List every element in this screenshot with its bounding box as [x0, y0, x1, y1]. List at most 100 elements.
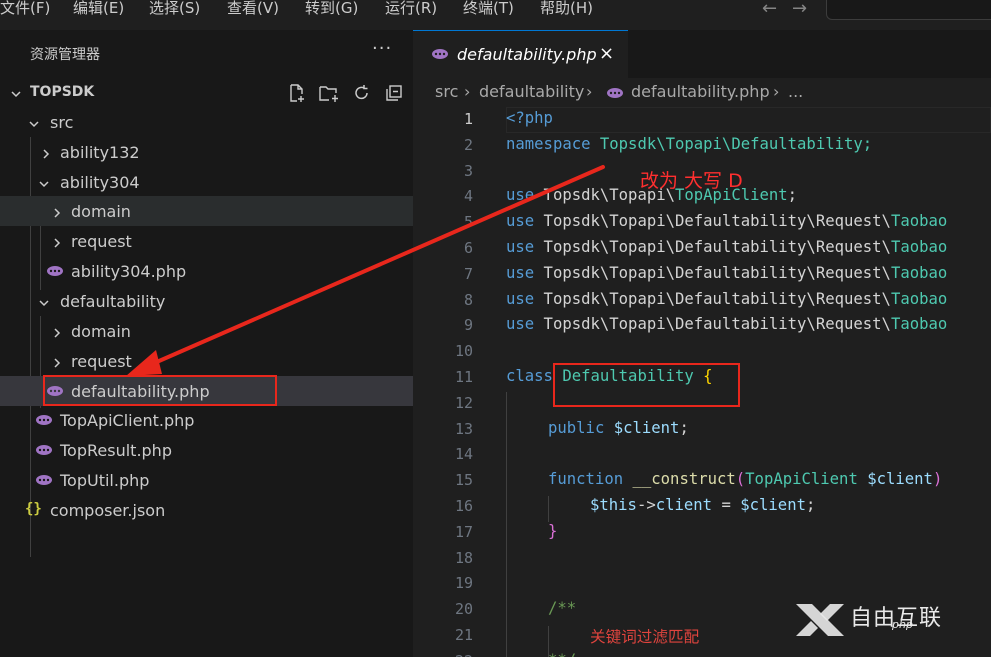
- chevron-right-icon: [43, 149, 50, 159]
- menu-selection[interactable]: 选择(S): [149, 0, 200, 20]
- tree-label: ability304.php: [71, 262, 187, 281]
- tree-file-toputil-php[interactable]: TopUtil.php: [0, 465, 413, 495]
- tree-label: domain: [71, 322, 131, 341]
- back-arrow-icon[interactable]: ←: [762, 0, 777, 19]
- tree-folder-domain[interactable]: domain: [0, 196, 413, 226]
- tree-file-topapiclient-php[interactable]: TopApiClient.php: [0, 405, 413, 435]
- php-file-icon: [36, 475, 52, 485]
- code-text: Topsdk\Topapi\Defaultability\Request\: [534, 290, 891, 308]
- watermark-small: php: [892, 618, 913, 631]
- chevron-right-icon: ›: [586, 82, 593, 101]
- line-number: 16: [454, 497, 473, 515]
- tab-defaultability-php[interactable]: defaultability.php ×: [413, 30, 628, 78]
- code-line-1[interactable]: <?php: [506, 109, 553, 127]
- line-number: 9: [463, 316, 473, 334]
- code-text: ;: [805, 496, 816, 514]
- php-file-icon: [36, 445, 52, 455]
- menu-run[interactable]: 运行(R): [385, 0, 437, 20]
- variable: $client: [604, 419, 680, 437]
- new-folder-icon[interactable]: [318, 83, 340, 103]
- explorer-sidebar: 资源管理器 ··· TOPSDK src ability132 ability3…: [0, 30, 413, 657]
- command-center[interactable]: [826, 0, 991, 20]
- tree-file-topresult-php[interactable]: TopResult.php: [0, 435, 413, 465]
- tree-label: composer.json: [50, 501, 166, 520]
- menu-edit[interactable]: 编辑(E): [73, 0, 124, 20]
- new-file-icon[interactable]: [287, 83, 307, 103]
- line-number: 12: [454, 394, 473, 412]
- chevron-right-icon: ›: [464, 82, 471, 101]
- php-file-icon: [36, 415, 52, 425]
- code-line-22[interactable]: **/: [506, 651, 576, 657]
- code-line-6[interactable]: use Topsdk\Topapi\Defaultability\Request…: [506, 238, 947, 256]
- menu-view[interactable]: 查看(V): [227, 0, 279, 20]
- tree-label: TopResult.php: [60, 441, 172, 460]
- chevron-down-icon: [39, 300, 49, 307]
- brace: }: [548, 522, 558, 540]
- collapse-all-icon[interactable]: [384, 83, 404, 103]
- keyword: use: [506, 212, 535, 230]
- code-line-17[interactable]: }: [506, 522, 557, 540]
- tree-file-composer-json[interactable]: {} composer.json: [0, 495, 413, 525]
- class-name: Taobao: [890, 264, 948, 282]
- namespace-path: Topsdk\Topapi\Defaultability;: [590, 135, 873, 153]
- code-line-9[interactable]: use Topsdk\Topapi\Defaultability\Request…: [506, 315, 947, 333]
- code-text: Topsdk\Topapi\Defaultability\Request\: [534, 264, 891, 282]
- x-logo-icon: [796, 604, 844, 636]
- menu-terminal[interactable]: 终端(T): [463, 0, 514, 20]
- close-icon[interactable]: ×: [599, 43, 614, 64]
- line-number: 1: [463, 110, 473, 128]
- tree-folder-domain[interactable]: domain: [0, 316, 413, 346]
- breadcrumb-item[interactable]: defaultability.php: [631, 82, 770, 101]
- code-text: Topsdk\Topapi\Defaultability\Request\: [534, 212, 891, 230]
- line-number: 14: [454, 445, 473, 463]
- keyword: use: [506, 290, 535, 308]
- tree-folder-request[interactable]: request: [0, 226, 413, 256]
- code-line-13[interactable]: public $client;: [506, 419, 689, 437]
- forward-arrow-icon[interactable]: →: [792, 0, 807, 19]
- line-number: 15: [454, 471, 473, 489]
- tree-folder-request[interactable]: request: [0, 346, 413, 376]
- line-number: 13: [454, 420, 473, 438]
- chevron-down-icon: [11, 91, 21, 98]
- breadcrumb-item[interactable]: ...: [788, 82, 803, 101]
- tree-file-ability304-php[interactable]: ability304.php: [0, 256, 413, 286]
- code-text: ->: [636, 496, 656, 514]
- tree-label: src: [50, 113, 74, 132]
- keyword: use: [506, 186, 535, 204]
- tab-label: defaultability.php: [457, 45, 597, 64]
- chevron-right-icon: [54, 328, 61, 338]
- class-name: Taobao: [890, 212, 948, 230]
- breadcrumb-item[interactable]: src: [435, 82, 458, 101]
- tree-label: ability304: [60, 173, 140, 192]
- code-line-15[interactable]: function __construct(TopApiClient $clien…: [506, 470, 942, 488]
- breadcrumb: src › defaultability › defaultability.ph…: [413, 80, 991, 106]
- keyword: class: [506, 367, 553, 385]
- menu-help[interactable]: 帮助(H): [540, 0, 593, 20]
- code-line-8[interactable]: use Topsdk\Topapi\Defaultability\Request…: [506, 290, 947, 308]
- variable: $this: [590, 496, 637, 514]
- tree-folder-src[interactable]: src: [0, 107, 413, 137]
- tab-strip: defaultability.php ×: [413, 30, 991, 78]
- code-line-2[interactable]: namespace Topsdk\Topapi\Defaultability;: [506, 135, 872, 153]
- tree-folder-ability132[interactable]: ability132: [0, 137, 413, 167]
- code-line-7[interactable]: use Topsdk\Topapi\Defaultability\Request…: [506, 264, 947, 282]
- menu-go[interactable]: 转到(G): [305, 0, 358, 20]
- line-number: 4: [463, 187, 473, 205]
- breadcrumb-item[interactable]: defaultability: [479, 82, 584, 101]
- code-line-20[interactable]: /**: [506, 599, 576, 617]
- project-header[interactable]: TOPSDK: [0, 77, 413, 107]
- tree-folder-defaultability[interactable]: defaultability: [0, 286, 413, 316]
- tree-label: TopApiClient.php: [60, 411, 195, 430]
- tree-folder-ability304[interactable]: ability304: [0, 167, 413, 197]
- code-line-21[interactable]: 关键词过滤匹配: [506, 625, 699, 647]
- tree-label: request: [71, 352, 132, 371]
- code-line-16[interactable]: $this->client = $client;: [506, 496, 815, 514]
- menu-file[interactable]: 文件(F): [0, 0, 50, 20]
- line-number: 8: [463, 291, 473, 309]
- annotation-note: 改为 大写 D: [640, 170, 743, 192]
- comment: /**: [548, 599, 577, 617]
- line-number: 20: [454, 600, 473, 618]
- code-line-5[interactable]: use Topsdk\Topapi\Defaultability\Request…: [506, 212, 947, 230]
- refresh-icon[interactable]: [352, 83, 372, 103]
- more-actions-icon[interactable]: ···: [372, 38, 392, 59]
